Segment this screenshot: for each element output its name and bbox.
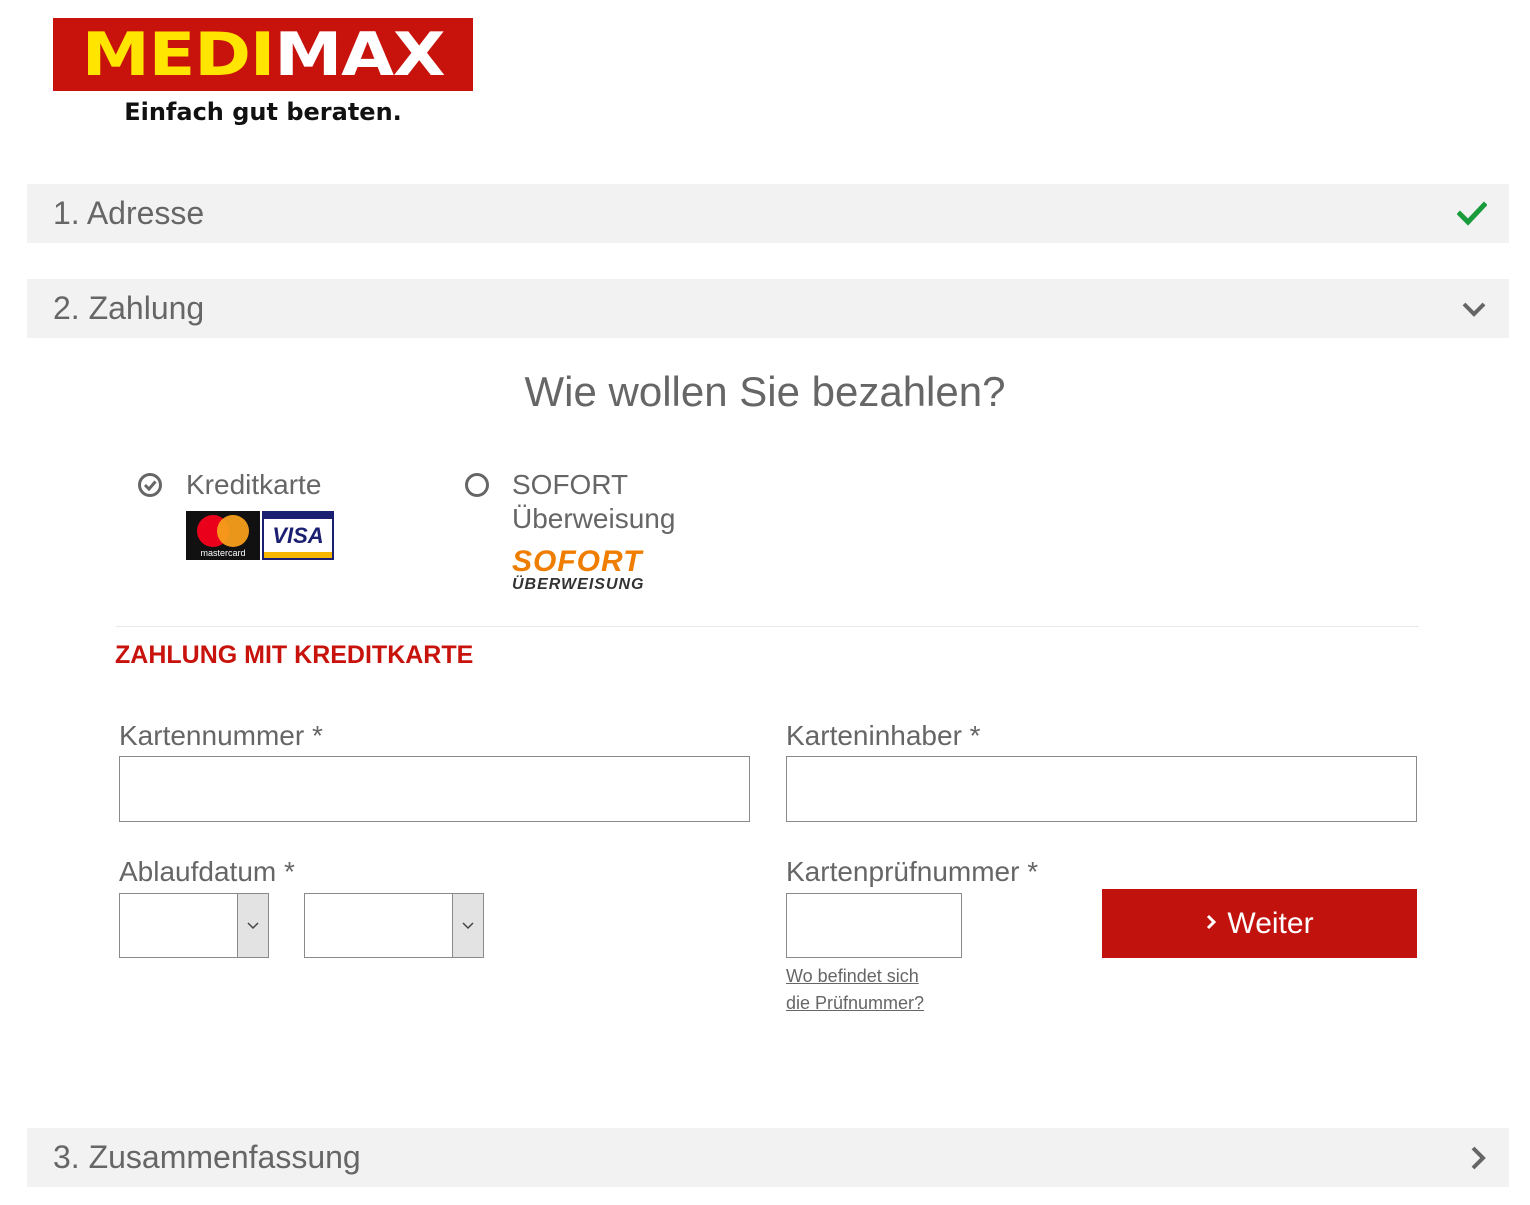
check-icon (1457, 200, 1487, 227)
chevron-down-icon (237, 894, 268, 957)
weiter-button[interactable]: Weiter (1102, 889, 1417, 958)
cvc-help-link[interactable]: Wo befindet sich die Prüfnummer? (786, 963, 924, 1017)
mastercard-logo: mastercard (186, 511, 260, 560)
step-zahlung[interactable]: 2. Zahlung (27, 279, 1509, 338)
step-zusammenfassung[interactable]: 3. Zusammenfassung (27, 1128, 1509, 1187)
card-number-input[interactable] (119, 756, 750, 822)
divider (116, 626, 1419, 627)
step-label: 1. Adresse (53, 195, 205, 231)
chevron-right-icon (1469, 1145, 1487, 1171)
sofort-logo: SOFORT ÜBERWEISUNG (512, 545, 645, 594)
card-holder-label: Karteninhaber * (786, 720, 981, 751)
chevron-down-icon (1461, 300, 1487, 318)
credit-card-section-title: ZAHLUNG MIT KREDITKARTE (115, 641, 474, 669)
radio-kreditkarte[interactable] (137, 472, 163, 498)
logo-tagline: Einfach gut beraten. (124, 98, 402, 126)
option-label-kreditkarte[interactable]: Kreditkarte (186, 468, 321, 502)
cvc-input[interactable] (786, 893, 962, 958)
card-holder-input[interactable] (786, 756, 1417, 822)
radio-sofort[interactable] (464, 472, 490, 498)
cvc-label: Kartenprüfnummer * (786, 856, 1039, 887)
step-label: 2. Zahlung (53, 290, 205, 326)
card-logos: mastercard VISA (186, 511, 334, 560)
visa-logo: VISA (262, 511, 334, 560)
logo-wordmark: MEDIMAX (81, 19, 446, 90)
step-label: 3. Zusammenfassung (53, 1139, 361, 1175)
step-adresse[interactable]: 1. Adresse (27, 184, 1509, 243)
chevron-right-icon (1205, 913, 1217, 934)
option-label-sofort[interactable]: SOFORT Überweisung (512, 468, 675, 536)
expiry-year-select[interactable] (304, 893, 484, 958)
medimax-logo: MEDIMAX (53, 18, 473, 91)
expiry-month-select[interactable] (119, 893, 269, 958)
card-number-label: Kartennummer * (119, 720, 323, 751)
payment-heading: Wie wollen Sie bezahlen? (524, 368, 1006, 415)
expiry-label: Ablaufdatum * (119, 856, 295, 887)
chevron-down-icon (452, 894, 483, 957)
